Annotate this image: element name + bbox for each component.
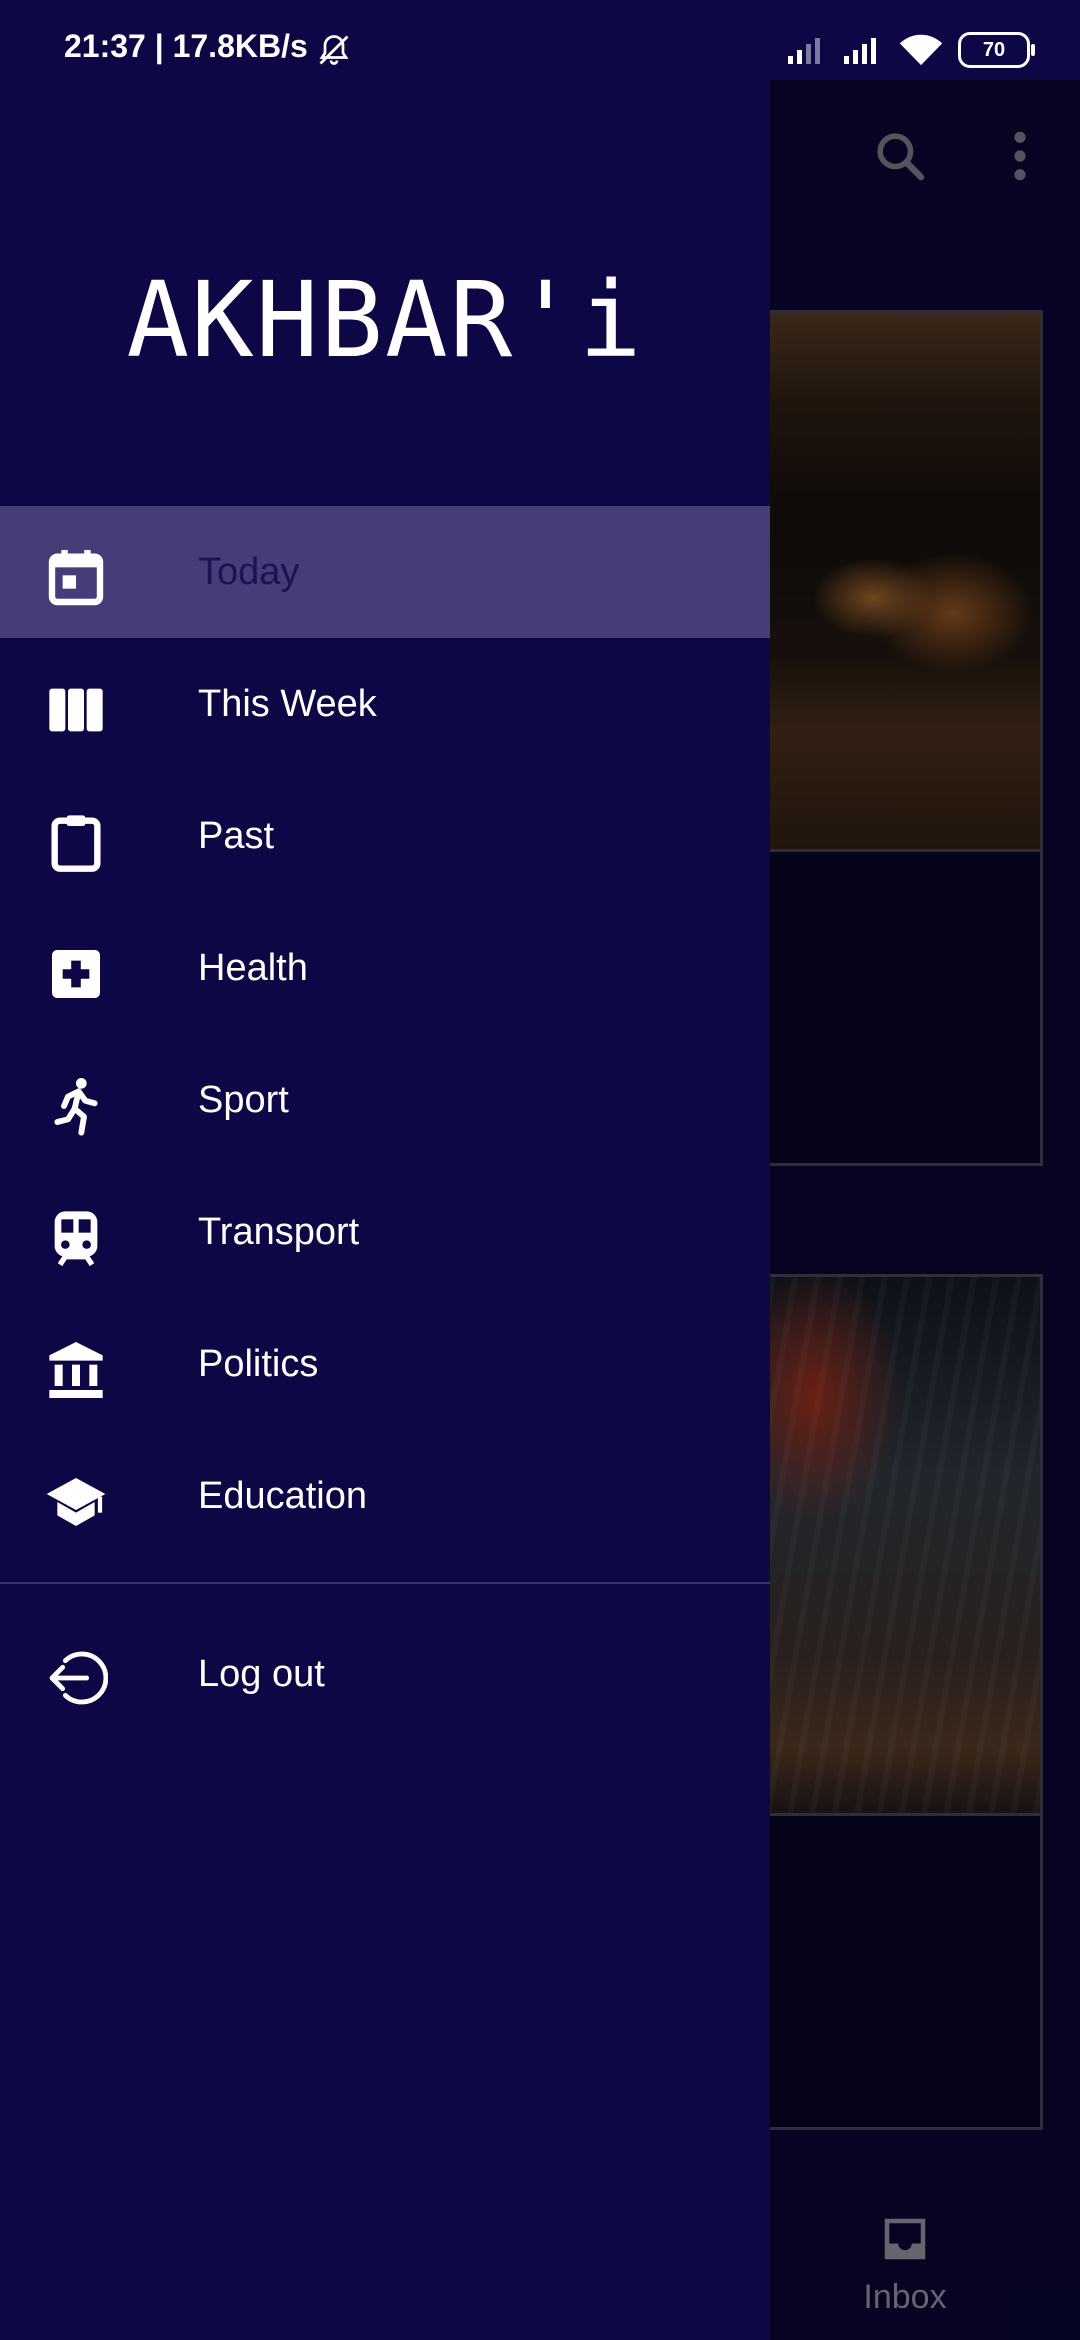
status-bar: 21:37 | 17.8KB/s 70 — [0, 0, 1080, 80]
drawer-item-label: Politics — [198, 1343, 319, 1385]
calendar-icon — [48, 550, 104, 606]
drawer-item-past[interactable]: Past — [0, 770, 770, 902]
drawer-item-label: This Week — [198, 683, 377, 725]
logout-icon — [49, 1651, 108, 1705]
status-time: 21:37 | 17.8KB/s — [64, 28, 308, 64]
signal-icon — [844, 38, 876, 64]
drawer-item-label: Health — [198, 947, 308, 989]
drawer-divider — [0, 1582, 770, 1584]
clipboard-icon — [51, 815, 101, 872]
wifi-icon — [899, 34, 943, 66]
institution-icon — [49, 1342, 103, 1398]
drawer-menu: Today This Week Past Health Sport Transp… — [0, 506, 770, 1562]
drawer-item-label: Past — [198, 815, 275, 857]
train-icon — [54, 1211, 98, 1267]
logout-label: Log out — [198, 1653, 325, 1695]
drawer-item-label: Transport — [198, 1211, 360, 1253]
drawer-item-sport[interactable]: Sport — [0, 1034, 770, 1166]
signal-icon — [788, 38, 820, 64]
week-columns-icon — [49, 688, 103, 732]
battery-indicator: 70 — [958, 32, 1035, 68]
notifications-off-icon — [319, 35, 349, 65]
drawer-item-today[interactable]: Today — [0, 506, 770, 638]
drawer-item-education[interactable]: Education — [0, 1430, 770, 1562]
navigation-drawer: AKHBAR'i Today This Week Past Health Spo… — [0, 0, 770, 2340]
drawer-item-politics[interactable]: Politics — [0, 1298, 770, 1430]
drawer-item-this-week[interactable]: This Week — [0, 638, 770, 770]
medical-cross-icon — [52, 950, 100, 998]
drawer-item-transport[interactable]: Transport — [0, 1166, 770, 1298]
logout-button[interactable]: Log out — [0, 1610, 770, 1742]
drawer-item-label: Sport — [198, 1079, 289, 1121]
drawer-item-label: Education — [198, 1475, 368, 1517]
drawer-item-health[interactable]: Health — [0, 902, 770, 1034]
running-icon — [54, 1078, 98, 1136]
app-title: AKHBAR'i — [126, 259, 644, 381]
graduation-cap-icon — [46, 1478, 106, 1526]
drawer-item-label: Today — [198, 551, 300, 593]
